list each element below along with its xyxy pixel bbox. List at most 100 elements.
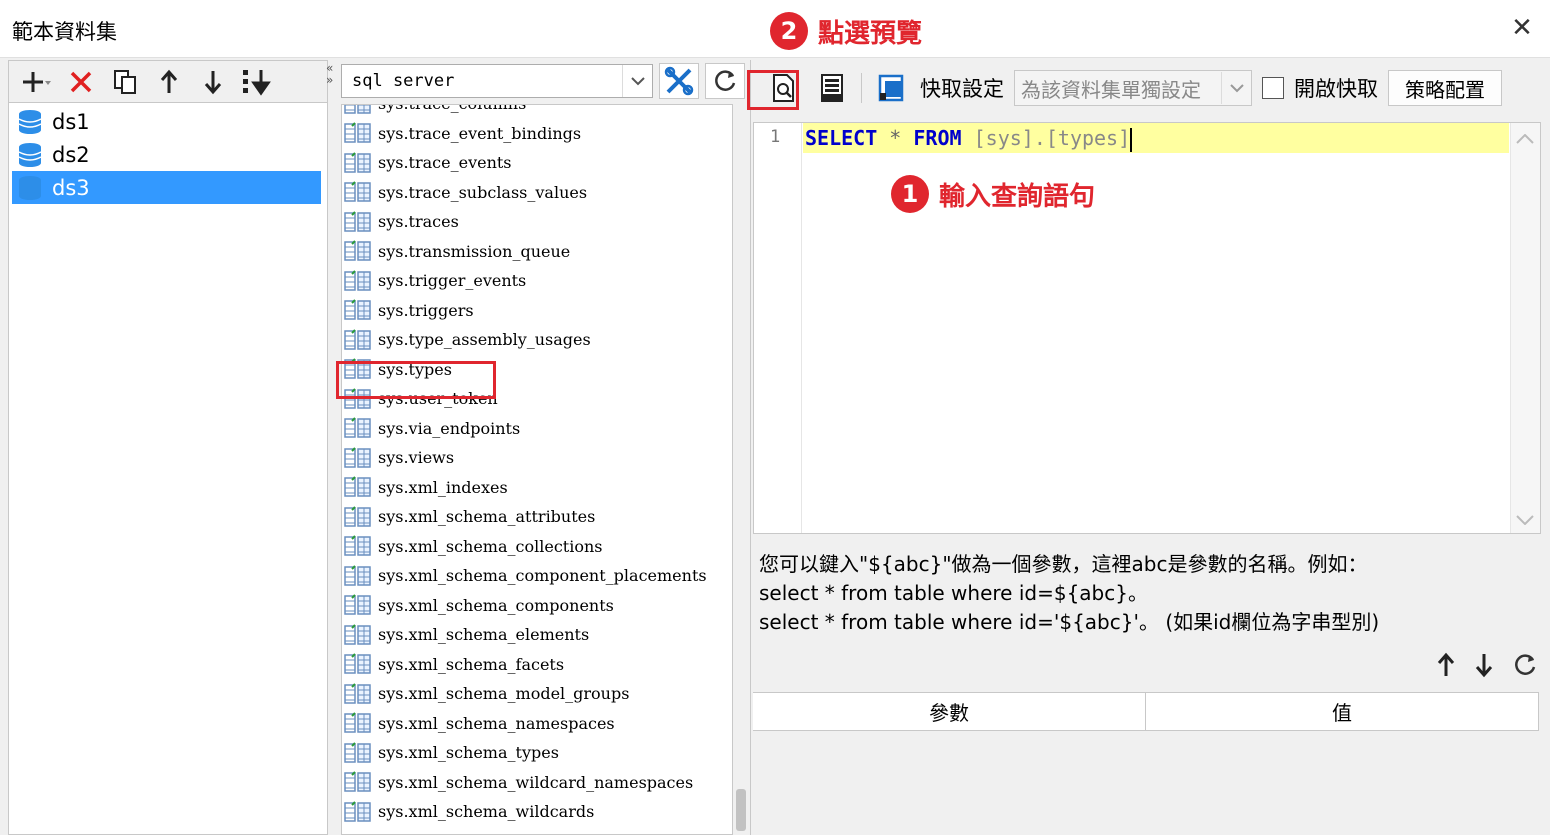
dataset-label: ds2 [52,142,90,167]
table-list-item[interactable]: sys.trace_events [342,148,732,178]
table-list-item[interactable]: sys.user_token [342,384,732,414]
database-icon [19,175,41,200]
add-icon[interactable] [19,65,55,99]
table-list-item[interactable]: sys.trigger_events [342,266,732,296]
preview-button[interactable] [765,69,803,107]
annotation-number: 1 [891,175,929,213]
strategy-config-button[interactable]: 策略配置 [1388,70,1502,106]
table-name: sys.trace_subclass_values [378,182,588,202]
preview-icon [773,74,794,102]
enable-cache-label: 開啟快取 [1294,77,1378,101]
table-icon [344,122,371,143]
dataset-item-ds1[interactable]: ds1 [12,105,321,138]
table-list-item[interactable]: sys.xml_schema_elements [342,620,732,650]
scroll-down-icon[interactable] [1516,510,1534,529]
sql-editor[interactable]: 1 SELECT * FROM [sys].[types] [753,122,1541,534]
sql-icon [821,74,843,102]
enable-cache-checkbox[interactable] [1262,77,1284,99]
toolbar-separator [861,73,862,103]
parameter-table: 參數 值 [753,692,1539,835]
connection-select[interactable]: sql server [341,64,653,98]
table-name: sys.xml_schema_components [378,595,614,615]
table-icon [344,653,371,674]
table-name: sys.xml_schema_elements [378,625,590,645]
table-icon [344,447,371,468]
connection-value: sql server [352,71,455,91]
table-name: sys.trace_events [378,153,512,173]
move-down-icon[interactable] [195,65,231,99]
table-list-item[interactable]: sys.views [342,443,732,473]
dataset-item-ds2[interactable]: ds2 [12,138,321,171]
table-list-item[interactable]: sys.xml_indexes [342,473,732,503]
move-up-icon[interactable] [151,65,187,99]
column-header-value[interactable]: 值 [1146,693,1539,730]
table-list-item[interactable]: sys.xml_schema_attributes [342,502,732,532]
table-icon [344,476,371,497]
param-move-down-button[interactable] [1474,652,1494,685]
star-token: * [889,126,902,150]
table-list-item[interactable]: sys.trace_columns [342,105,732,119]
refresh-icon [1515,654,1536,675]
dataset-item-ds3[interactable]: ds3 [12,171,321,204]
copy-icon[interactable] [107,65,143,99]
line-gutter: 1 [754,123,802,533]
connection-settings-button[interactable] [659,63,699,99]
table-list-item[interactable]: sys.traces [342,207,732,237]
table-list-item[interactable]: sys.xml_schema_facets [342,650,732,680]
table-list-item[interactable]: sys.trace_event_bindings [342,119,732,149]
help-line: select * from table where id='${abc}'。 (… [759,610,1380,634]
delete-icon[interactable] [63,65,99,99]
table-name: sys.xml_schema_component_placements [378,566,707,586]
dataset-toolbar [9,61,327,103]
table-list-item[interactable]: sys.xml_schema_wildcards [342,797,732,827]
keyword-from: FROM [913,126,962,150]
annotation-query: 1 輸入查詢語句 [891,175,1095,213]
close-button[interactable]: ✕ [1508,14,1536,42]
table-list-item[interactable]: sys.types [342,355,732,385]
table-list-item[interactable]: sys.xml_schema_wildcard_namespaces [342,768,732,798]
table-list-item[interactable]: sys.xml_schema_types [342,738,732,768]
scroll-thumb[interactable] [736,789,746,831]
annotation-number: 2 [770,12,808,50]
table-icon [344,535,371,556]
help-line: select * from table where id=${abc}。 [759,581,1148,605]
code-line[interactable]: SELECT * FROM [sys].[types] [803,123,1509,153]
table-name: sys.xml_schema_wildcards [378,802,595,822]
sort-icon[interactable] [239,65,275,99]
table-list-item[interactable]: sys.xml_schema_components [342,591,732,621]
param-move-up-button[interactable] [1436,652,1456,685]
sql-button[interactable] [813,69,851,107]
connection-toolbar: sql server [337,60,748,102]
column-header-param[interactable]: 參數 [753,693,1146,730]
table-browser-panel: sql server sys.trace_columns sys.trace_ev… [337,60,748,835]
table-list-item[interactable]: sys.xml_schema_model_groups [342,679,732,709]
table-icon [344,624,371,645]
cache-mode-select[interactable]: 為該資料集單獨設定 [1014,70,1252,106]
table-icon [344,329,371,350]
param-refresh-button[interactable] [1512,652,1538,685]
annotation-text: 點選預覽 [818,18,923,49]
splitter-grip[interactable]: «» [326,62,336,98]
table-name: sys.xml_schema_wildcard_namespaces [378,772,694,792]
table-name: sys.via_endpoints [378,418,521,438]
editor-scrollbar[interactable] [1510,123,1540,533]
table-list-item[interactable]: sys.type_assembly_usages [342,325,732,355]
table-list-item[interactable]: sys.transmission_queue [342,237,732,267]
table-list-item[interactable]: sys.triggers [342,296,732,326]
table-icon [344,358,371,379]
table-list-scrollbar[interactable] [734,104,748,835]
table-list-item[interactable]: sys.xml_schema_component_placements [342,561,732,591]
table-list-item[interactable]: sys.via_endpoints [342,414,732,444]
line-number: 1 [770,127,781,147]
cache-settings-label: 快取設定 [920,77,1004,101]
table-list-item[interactable]: sys.trace_subclass_values [342,178,732,208]
table-icon [344,712,371,733]
scroll-up-icon[interactable] [1516,129,1534,148]
cache-mode-value: 為該資料集單獨設定 [1021,77,1201,102]
table-list-item[interactable]: sys.xml_schema_collections [342,532,732,562]
cache-icon [872,69,910,107]
refresh-tables-button[interactable] [705,63,745,99]
table-name: sys.xml_schema_types [378,743,559,763]
table-list-item[interactable]: sys.xml_schema_namespaces [342,709,732,739]
table-name: sys.xml_schema_model_groups [378,684,630,704]
